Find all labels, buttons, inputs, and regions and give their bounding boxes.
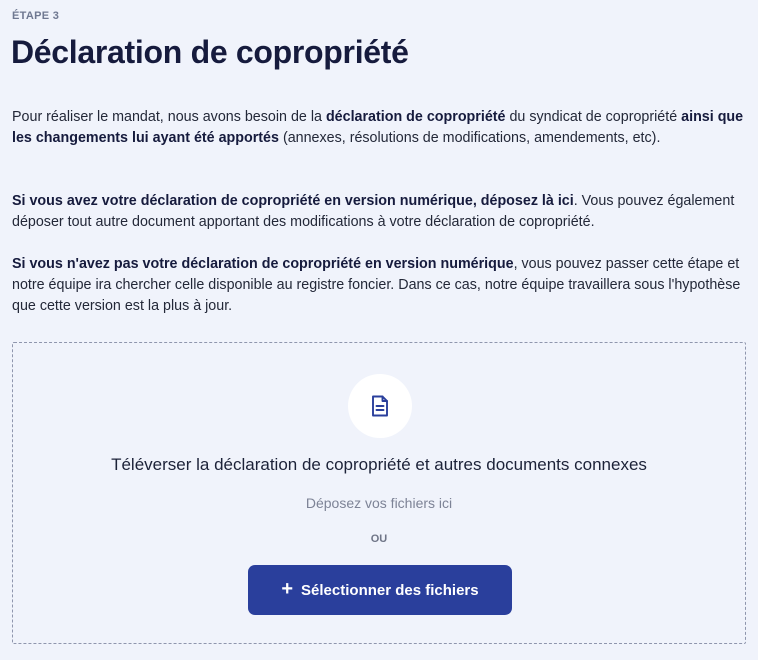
select-files-label: Sélectionner des fichiers <box>301 581 479 599</box>
intro-text-1: Pour réaliser le mandat, nous avons beso… <box>12 109 326 125</box>
document-icon-circle <box>348 374 412 438</box>
intro-paragraph: Pour réaliser le mandat, nous avons beso… <box>12 107 752 149</box>
intro-bold-1: déclaration de copropriété <box>325 109 506 125</box>
digital-version-bold: Si vous avez votre déclaration de coprop… <box>12 193 574 209</box>
document-icon <box>372 395 388 417</box>
digital-version-paragraph: Si vous avez votre déclaration de coprop… <box>12 191 752 233</box>
intro-text-2: du syndicat de copropriété <box>505 109 682 125</box>
page-title: Déclaration de copropriété <box>11 34 409 70</box>
or-separator: OU <box>370 533 388 545</box>
dropzone-hint: Déposez vos fichiers ici <box>305 495 453 511</box>
dropzone-title: Téléverser la déclaration de copropriété… <box>111 455 647 474</box>
no-digital-version-paragraph: Si vous n'avez pas votre déclaration de … <box>12 254 752 317</box>
file-dropzone[interactable]: Téléverser la déclaration de copropriété… <box>12 342 746 644</box>
step-label: ÉTAPE 3 <box>12 10 60 22</box>
intro-text-3: (annexes, résolutions de modifications, … <box>278 130 661 146</box>
no-digital-version-bold: Si vous n'avez pas votre déclaration de … <box>12 256 514 272</box>
plus-icon: + <box>281 578 294 600</box>
select-files-button[interactable]: + Sélectionner des fichiers <box>248 565 512 615</box>
